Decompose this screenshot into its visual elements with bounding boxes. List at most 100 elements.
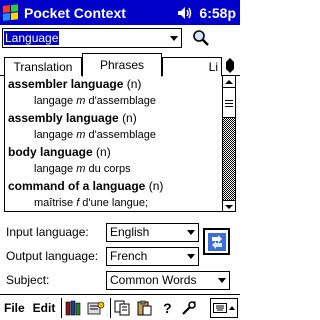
phrase-term-text: assembler language bbox=[8, 77, 124, 91]
menu-bar: File Edit ? bbox=[0, 294, 240, 320]
arrow-left-icon bbox=[222, 58, 230, 73]
input-language-row: Input language: English bbox=[6, 222, 199, 242]
phrase-pos: (n) bbox=[122, 111, 137, 125]
grip-line bbox=[225, 106, 233, 107]
edit-menu[interactable]: Edit bbox=[29, 296, 60, 320]
phrase-term-text: command of a language bbox=[8, 179, 146, 193]
scroll-up-button[interactable] bbox=[223, 76, 235, 88]
arrow-down-icon bbox=[225, 204, 233, 209]
help-icon: ? bbox=[163, 299, 172, 316]
tab-translation[interactable]: Translation bbox=[4, 57, 82, 76]
chevron-down-icon bbox=[187, 229, 195, 235]
chevron-down-icon bbox=[170, 35, 178, 41]
phrase-translation: langage m d'assemblage bbox=[8, 127, 223, 144]
translation-rest: d'une langue; bbox=[79, 197, 149, 209]
tools-icon bbox=[182, 300, 197, 315]
search-button[interactable] bbox=[190, 28, 212, 48]
input-language-value: English bbox=[110, 225, 150, 239]
phrase-translation: langage m d'assemblage bbox=[8, 93, 223, 110]
grip-line bbox=[225, 100, 233, 101]
translation-word: maîtrise bbox=[34, 197, 77, 209]
copy-icon bbox=[114, 300, 130, 315]
search-input-text: Language bbox=[4, 31, 60, 45]
arrow-right-icon bbox=[230, 58, 238, 73]
gender-marker: m bbox=[76, 163, 86, 175]
search-row: Language bbox=[2, 27, 238, 49]
chevron-down-icon bbox=[218, 277, 226, 283]
chevron-down-icon bbox=[187, 253, 195, 259]
output-language-dropdown-button[interactable] bbox=[184, 247, 198, 265]
tab-scroll-left-button[interactable] bbox=[222, 58, 230, 73]
phrase-term-text: body language bbox=[8, 145, 93, 159]
subject-select[interactable]: Common Words bbox=[106, 270, 230, 290]
output-language-row: Output language: French bbox=[6, 246, 199, 266]
translation-rest: d'assemblage bbox=[85, 95, 156, 107]
subject-dropdown-button[interactable] bbox=[215, 271, 229, 289]
file-menu[interactable]: File bbox=[0, 296, 29, 320]
tab-list[interactable]: Li bbox=[162, 57, 222, 76]
input-language-dropdown-button[interactable] bbox=[184, 223, 198, 241]
output-language-label: Output language: bbox=[6, 249, 99, 263]
input-language-select[interactable]: English bbox=[106, 222, 199, 242]
app-title: Pocket Context bbox=[24, 4, 126, 21]
phrase-term[interactable]: assembler language (n) bbox=[8, 76, 223, 93]
scroll-down-button[interactable] bbox=[223, 200, 235, 211]
dictionaries-button[interactable] bbox=[64, 298, 84, 318]
tools-button[interactable] bbox=[179, 298, 199, 318]
grip-line bbox=[225, 103, 233, 104]
translation-rest: du corps bbox=[85, 163, 131, 175]
phrase-pos: (n) bbox=[126, 77, 142, 91]
swap-languages-button[interactable] bbox=[203, 228, 230, 255]
chevron-up-icon bbox=[229, 305, 235, 310]
vertical-scrollbar[interactable] bbox=[222, 76, 235, 211]
arrow-up-icon bbox=[225, 79, 233, 84]
translation-rest: d'assemblage bbox=[85, 129, 156, 141]
phrases-panel: assembler language (n) langage m d'assem… bbox=[4, 76, 236, 212]
paste-icon bbox=[137, 300, 152, 315]
keyboard-icon bbox=[213, 302, 227, 313]
tab-scroll-right-button[interactable] bbox=[230, 58, 238, 73]
subject-value: Common Words bbox=[110, 273, 197, 287]
phrase-term[interactable]: assembly language (n) bbox=[8, 110, 223, 127]
phrase-term[interactable]: body language (n) bbox=[8, 144, 223, 161]
search-combo[interactable]: Language bbox=[2, 28, 182, 48]
phrase-term-text: assembly language bbox=[8, 111, 119, 125]
phrase-translation: maîtrise f d'une langue; bbox=[8, 195, 223, 211]
tab-scroll-buttons bbox=[222, 58, 238, 73]
clock[interactable]: 6:58p bbox=[199, 5, 236, 21]
translation-word: langage bbox=[34, 95, 77, 107]
translation-word: langage bbox=[34, 129, 77, 141]
help-button[interactable]: ? bbox=[157, 298, 177, 318]
gender-marker: m bbox=[76, 95, 86, 107]
phrase-pos: (n) bbox=[148, 179, 164, 193]
search-dropdown-button[interactable] bbox=[167, 29, 181, 47]
output-language-value: French bbox=[110, 249, 148, 263]
tab-phrases[interactable]: Phrases bbox=[82, 53, 162, 77]
divider bbox=[61, 297, 63, 318]
start-menu-icon[interactable] bbox=[3, 3, 19, 22]
options-button[interactable] bbox=[86, 298, 106, 318]
divider bbox=[110, 297, 112, 318]
input-panel-button[interactable] bbox=[210, 297, 238, 318]
output-language-select[interactable]: French bbox=[106, 246, 199, 266]
phrase-list[interactable]: assembler language (n) langage m d'assem… bbox=[5, 76, 223, 211]
title-bar: Pocket Context 6:58p bbox=[0, 0, 240, 25]
translation-word: langage bbox=[34, 163, 77, 175]
search-icon bbox=[193, 30, 209, 46]
subject-row: Subject: Common Words bbox=[6, 270, 230, 290]
paste-button[interactable] bbox=[135, 298, 155, 318]
swap-icon bbox=[207, 232, 226, 251]
phrase-translation: langage m du corps bbox=[8, 161, 223, 178]
pocket-context-screen: Pocket Context 6:58p Language Translatio… bbox=[0, 0, 240, 320]
settings-icon bbox=[87, 301, 105, 314]
speaker-icon[interactable] bbox=[177, 6, 193, 20]
gender-marker: m bbox=[76, 129, 86, 141]
scroll-thumb[interactable] bbox=[223, 88, 235, 118]
subject-label: Subject: bbox=[6, 273, 50, 287]
search-input[interactable]: Language bbox=[3, 31, 167, 45]
phrase-term[interactable]: command of a language (n) bbox=[8, 178, 223, 195]
tab-strip: Translation Phrases Li bbox=[0, 52, 240, 77]
input-language-label: Input language: bbox=[6, 225, 89, 239]
phrase-pos: (n) bbox=[96, 145, 111, 159]
copy-button[interactable] bbox=[113, 298, 133, 318]
